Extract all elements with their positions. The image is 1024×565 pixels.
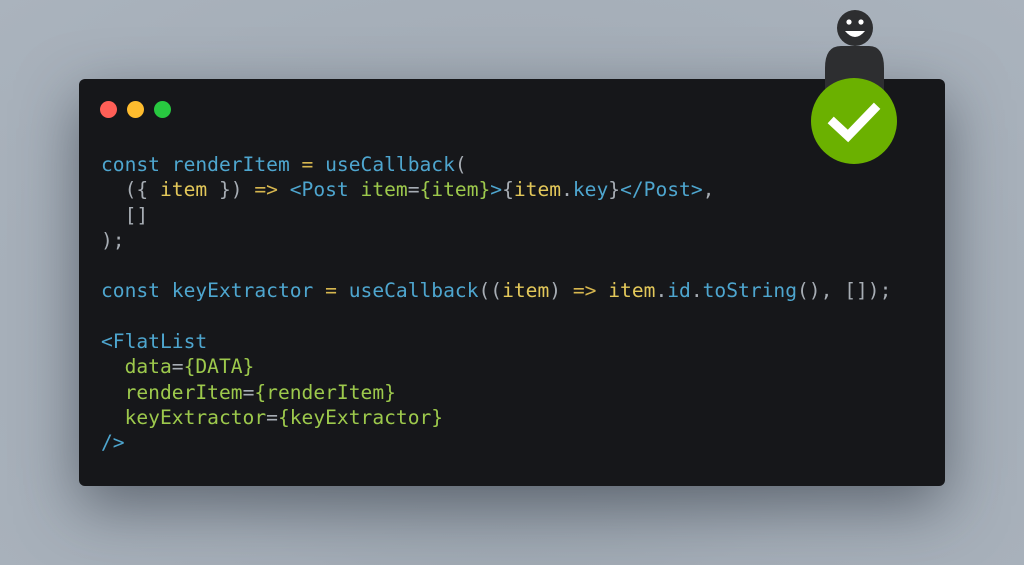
code-token: item <box>513 178 562 202</box>
checkmark-badge <box>811 78 897 164</box>
code-token: </Post> <box>620 178 703 202</box>
code-token: renderItem <box>171 153 302 176</box>
code-token: , <box>702 178 715 202</box>
code-line: /> <box>101 430 891 455</box>
code-token: item <box>596 279 656 303</box>
code-token: = <box>325 279 337 303</box>
code-line: ); <box>101 228 891 253</box>
code-token: keyExtractor <box>171 279 326 303</box>
code-line: renderItem={renderItem} <box>101 380 891 405</box>
code-token: ({ <box>101 178 160 202</box>
code-token: ) <box>549 279 573 303</box>
code-token: toString <box>702 279 798 303</box>
code-token: <FlatList <box>101 330 208 354</box>
code-token: } <box>608 178 621 202</box>
code-line: <FlatList <box>101 329 891 354</box>
zoom-button[interactable] <box>154 101 171 118</box>
code-token: . <box>690 279 703 303</box>
code-token: item <box>502 279 550 303</box>
code-line: keyExtractor={keyExtractor} <box>101 405 891 430</box>
code-token: keyExtractor <box>101 405 267 429</box>
code-token: {DATA} <box>183 355 255 379</box>
code-token: => <box>254 178 278 202</box>
code-token: . <box>655 279 668 303</box>
code-line: [] <box>101 203 891 228</box>
code-token: [] <box>101 203 149 227</box>
code-token: > <box>490 178 503 202</box>
minimize-button[interactable] <box>127 101 144 118</box>
code-token: (( <box>478 279 503 303</box>
code-token: = <box>407 178 420 202</box>
code-token: id <box>667 279 691 303</box>
code-token: renderItem <box>101 380 243 404</box>
code-token: }) <box>207 178 255 202</box>
code-token: . <box>561 178 573 202</box>
code-line: data={DATA} <box>101 354 891 379</box>
code-token: {renderItem} <box>254 380 396 404</box>
code-token: <Post <box>277 178 361 202</box>
code-line: const renderItem = useCallback( <box>101 152 891 177</box>
code-token: {keyExtractor} <box>277 405 444 429</box>
code-token: useCallback <box>336 279 479 303</box>
close-button[interactable] <box>100 101 117 118</box>
code-block: const renderItem = useCallback( ({ item … <box>101 152 891 456</box>
code-token: => <box>572 279 597 303</box>
window-controls <box>100 101 171 118</box>
code-token: const <box>101 153 172 176</box>
code-token: const <box>101 279 172 303</box>
code-token: ( <box>454 153 467 176</box>
code-token: useCallback <box>313 153 455 176</box>
code-line: ({ item }) => <Post item={item}>{item.ke… <box>101 177 891 202</box>
code-token: = <box>171 355 184 379</box>
approval-illustration <box>811 10 897 164</box>
code-token: data <box>101 355 172 379</box>
code-token: (), []); <box>797 279 892 303</box>
code-token: ); <box>101 228 125 252</box>
code-token: { <box>502 178 514 202</box>
code-token: = <box>242 380 255 404</box>
code-token: {item} <box>419 178 491 202</box>
code-token: item <box>360 178 408 202</box>
code-token: item <box>159 178 208 202</box>
code-token: = <box>301 153 314 176</box>
code-token: key <box>572 178 609 202</box>
code-line: const keyExtractor = useCallback((item) … <box>101 278 891 303</box>
code-token: = <box>266 405 278 429</box>
code-token: /> <box>101 431 125 455</box>
